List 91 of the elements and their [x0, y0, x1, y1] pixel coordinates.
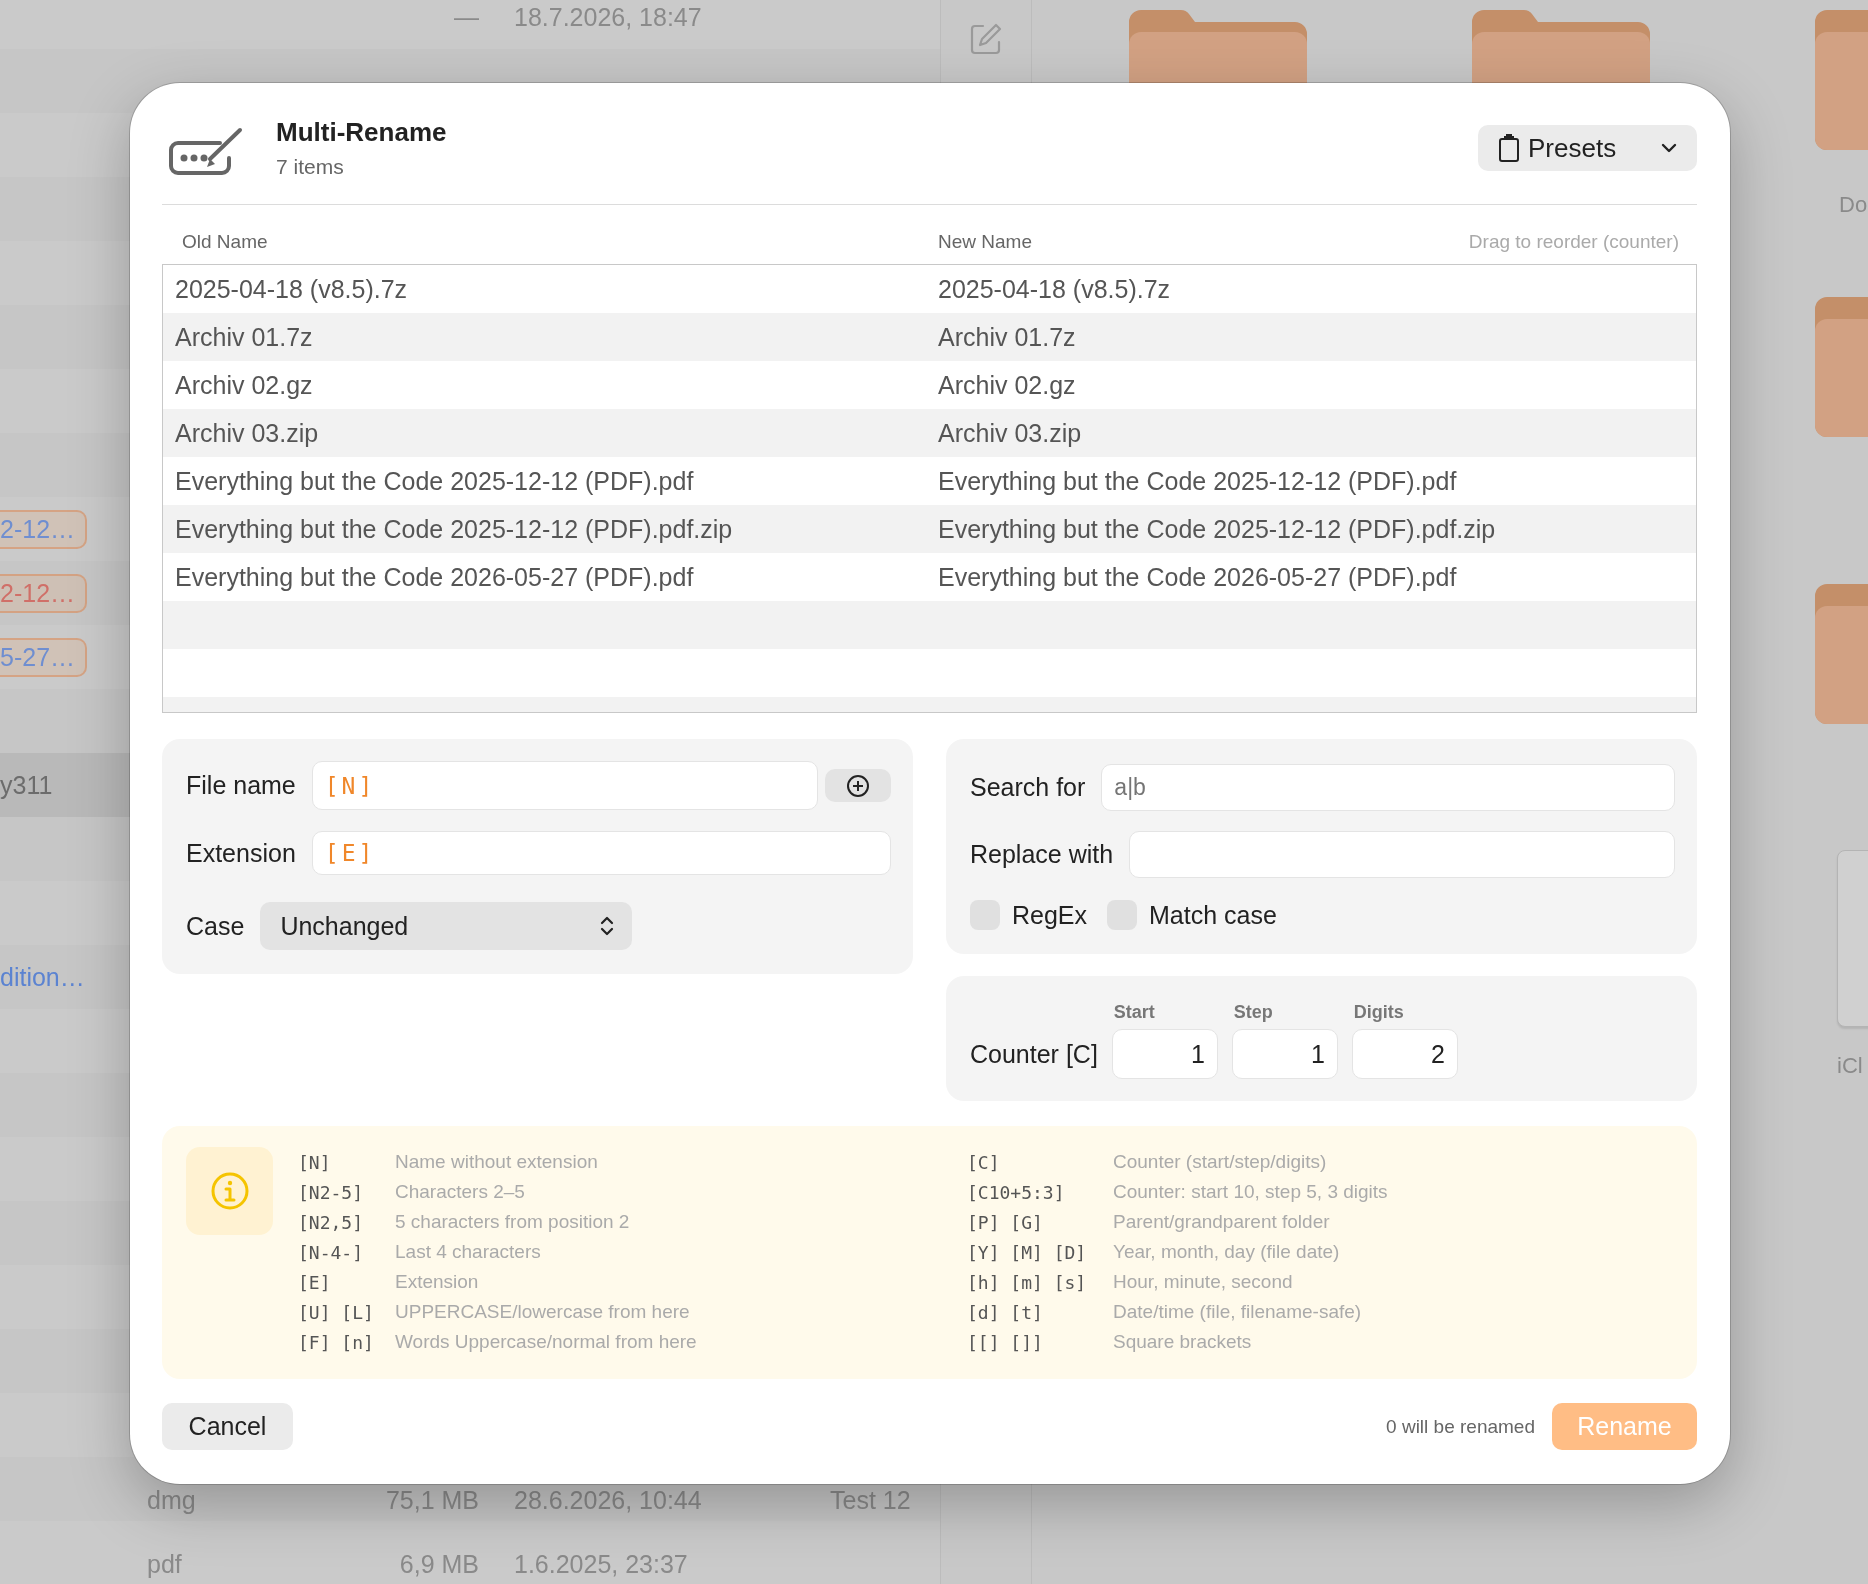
table-cell: Everything but the Code 2025-12-12 (PDF).pdf.zip	[938, 514, 1496, 544]
file-type: dmg	[147, 1485, 197, 1515]
info-glyph-icon	[209, 1171, 250, 1211]
field-label: Case	[186, 911, 245, 941]
code-description: Counter (start/step/digits)	[1113, 1151, 1328, 1173]
placeholder-code: [P] [G]	[967, 1211, 1044, 1233]
placeholder-code: [h] [m] [s]	[967, 1271, 1088, 1293]
table-cell-text: Archiv 01.7z	[174, 322, 314, 352]
up-down-chevron-icon	[600, 915, 615, 937]
table-cell: Archiv 01.7z	[938, 322, 1076, 352]
input-field[interactable]	[1129, 831, 1675, 878]
placeholder-code: [C10+5:3]	[967, 1181, 1066, 1203]
code-description: UPPERCASE/lowercase from here	[395, 1301, 691, 1323]
placeholder-code: [[] []]	[967, 1331, 1044, 1353]
code-description: Year, month, day (file date)	[1113, 1241, 1341, 1263]
link[interactable]: dition…	[0, 962, 85, 992]
file-size: 6,9 MB	[398, 1549, 479, 1579]
table-cell-text: Everything but the Code 2025-12-12 (PDF).pdf.zip	[174, 514, 734, 544]
folder-icon	[1472, 8, 1650, 83]
presets-button[interactable]: Presets	[1478, 125, 1697, 171]
table-cell: Archiv 02.gz	[938, 370, 1076, 400]
code-description: Counter: start 10, step 5, 3 digits	[1113, 1181, 1388, 1203]
field-label: Digits	[1352, 1002, 1405, 1024]
number-field[interactable]: 1	[1111, 1029, 1218, 1079]
code-description: Extension	[395, 1271, 480, 1293]
placeholder-code: [E]	[298, 1271, 332, 1293]
file-date: 1.6.2025, 23:37	[514, 1549, 689, 1579]
field-label: Search for	[970, 773, 1086, 802]
code-description: Last 4 characters	[395, 1241, 542, 1263]
column-header: New Name	[938, 231, 1032, 253]
file-type: pdf	[147, 1549, 183, 1579]
clipboard-icon	[1498, 134, 1520, 162]
code-description: Words Uppercase/normal from here	[395, 1331, 698, 1353]
input-field[interactable]: [N]	[311, 761, 818, 810]
item-count: 7 items	[276, 155, 345, 179]
placeholder-code: [Y] [M] [D]	[967, 1241, 1088, 1263]
table-cell: Everything but the Code 2025-12-12 (PDF).pdf	[938, 466, 1457, 496]
status-text: 0 will be renamed	[1386, 1415, 1535, 1438]
number-field[interactable]: 2	[1351, 1029, 1458, 1079]
case-dropdown[interactable]: Unchanged	[260, 902, 633, 950]
table-cell-text: 2025-04-18 (v8.5).7z	[174, 274, 409, 304]
code-description: Characters 2–5	[395, 1181, 526, 1203]
tag: 2-12…	[0, 573, 88, 613]
placeholder-code: [N2,5]	[298, 1211, 365, 1233]
file-size: —	[453, 2, 479, 32]
placeholder-code: [N]	[298, 1151, 332, 1173]
list-text: y311	[0, 770, 53, 800]
plus-circle-icon	[846, 773, 870, 798]
checkbox-label: Match case	[1149, 900, 1277, 930]
file-date: 18.7.2026, 18:47	[514, 2, 703, 32]
field-label: Step	[1232, 1002, 1274, 1024]
cancel-button[interactable]: Cancel	[162, 1403, 293, 1450]
input-field[interactable]: a|b	[1101, 764, 1675, 811]
table-cell: Everything but the Code 2026-05-27 (PDF).pdf	[938, 562, 1457, 592]
table-cell: Archiv 03.zip	[938, 418, 1082, 448]
table-cell-text: Everything but the Code 2025-12-12 (PDF).pdf	[174, 466, 695, 496]
field-label: Extension	[186, 838, 296, 868]
placeholder-code: [F] [n]	[298, 1331, 375, 1353]
add-button[interactable]	[825, 769, 891, 802]
placeholder-code: [d] [t]	[967, 1301, 1044, 1323]
tag: 5-27…	[0, 637, 88, 677]
input-field[interactable]: [E]	[311, 831, 891, 875]
field-label: Start	[1112, 1002, 1156, 1024]
dialog-title: Multi-Rename	[276, 117, 447, 148]
code-description: Hour, minute, second	[1113, 1271, 1294, 1293]
field-label: Counter [C]	[970, 1039, 1098, 1069]
hint-text: Drag to reorder (counter)	[1468, 231, 1680, 253]
table-cell: 2025-04-18 (v8.5).7z	[938, 274, 1171, 304]
field-label: File name	[186, 771, 296, 800]
code-description: Date/time (file, filename-safe)	[1113, 1301, 1363, 1323]
table-cell-text: Archiv 03.zip	[174, 418, 320, 448]
code-description: Parent/grandparent folder	[1113, 1211, 1331, 1233]
placeholder-code: [C]	[967, 1151, 1001, 1173]
table-cell-text: Everything but the Code 2026-05-27 (PDF).pdf	[174, 562, 695, 592]
code-description: Square brackets	[1113, 1331, 1253, 1353]
pencil-icon	[969, 22, 1003, 56]
icon-label: Do	[1838, 192, 1868, 218]
field-label: Replace with	[970, 840, 1114, 869]
placeholder-code: [U] [L]	[298, 1301, 375, 1323]
number-field[interactable]: 1	[1231, 1029, 1338, 1079]
code-description: Name without extension	[395, 1151, 599, 1173]
code-description: 5 characters from position 2	[395, 1211, 631, 1233]
checkbox-label: RegEx	[1012, 900, 1088, 930]
tag: 2-12…	[0, 509, 88, 549]
column-header: Old Name	[181, 231, 269, 253]
table-cell-text: Archiv 02.gz	[174, 370, 314, 400]
chevron-down-icon	[1661, 143, 1677, 153]
placeholder-code: [N-4-]	[298, 1241, 365, 1263]
folder-icon	[1129, 8, 1307, 83]
placeholder-code: [N2-5]	[298, 1181, 365, 1203]
icon-label: iCl	[1836, 1053, 1864, 1079]
